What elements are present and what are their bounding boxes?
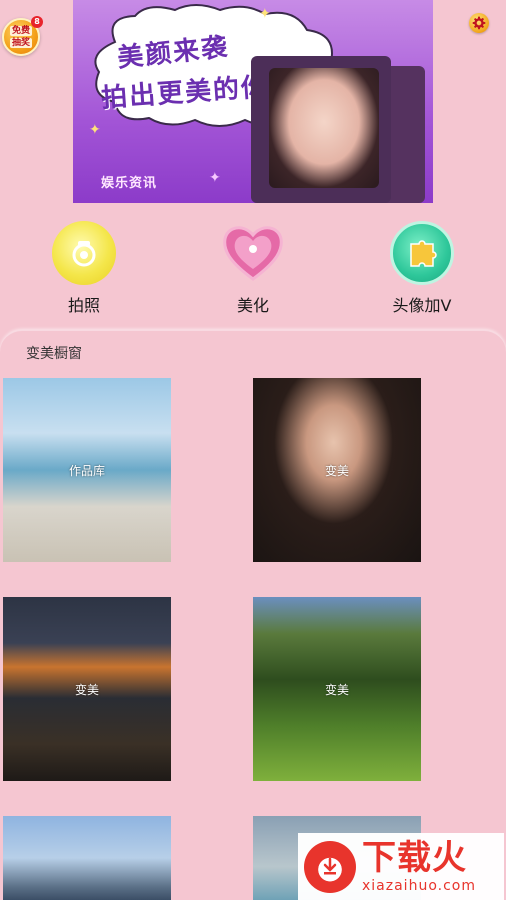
showcase-tile[interactable]: 变美 [253, 597, 421, 781]
feature-label: 美化 [236, 296, 269, 315]
tile-label: 变美 [324, 464, 349, 478]
settings-button[interactable] [469, 13, 489, 33]
feature-beautify[interactable]: 美化 [193, 221, 313, 316]
gear-icon [472, 16, 486, 30]
sparkle-icon: ✦ [89, 122, 101, 138]
feature-avatar-verify[interactable]: 头像加V [362, 221, 482, 316]
watermark-url: xiazaihuo.com [362, 877, 476, 894]
banner-footer-text: 娱乐资讯 [101, 176, 158, 191]
flame-logo-icon [304, 840, 356, 893]
promo-banner[interactable]: 美颜来袭 拍出更美的你 娱乐资讯 ✦ ✦ ✦ [73, 0, 433, 203]
sparkle-icon: ✦ [259, 6, 271, 22]
showcase-tile[interactable]: 作品库 [3, 378, 171, 562]
tile-label: 变美 [74, 683, 99, 697]
lottery-count-badge: 8 [31, 16, 43, 28]
showcase-tile[interactable]: 变美 [3, 597, 171, 781]
feature-label: 拍照 [67, 296, 100, 315]
lottery-label-line2: 抽奖 [9, 38, 32, 48]
showcase-tile[interactable]: 变美 [253, 378, 421, 562]
puzzle-icon [390, 221, 454, 285]
lottery-label-line1: 免费 [9, 26, 32, 36]
tile-label: 变美 [324, 683, 349, 697]
tile-label: 作品库 [68, 464, 105, 478]
showcase-tile[interactable] [3, 816, 171, 900]
heart-icon [221, 221, 285, 285]
feature-label: 头像加V [392, 296, 452, 315]
site-watermark: 下载火 xiazaihuo.com [298, 833, 504, 900]
watermark-title: 下载火 [362, 837, 467, 878]
sparkle-icon: ✦ [209, 170, 221, 186]
section-title: 变美橱窗 [26, 346, 82, 362]
feature-take-photo[interactable]: 拍照 [24, 221, 144, 316]
camera-icon [52, 221, 116, 285]
banner-portrait-image [269, 68, 379, 188]
